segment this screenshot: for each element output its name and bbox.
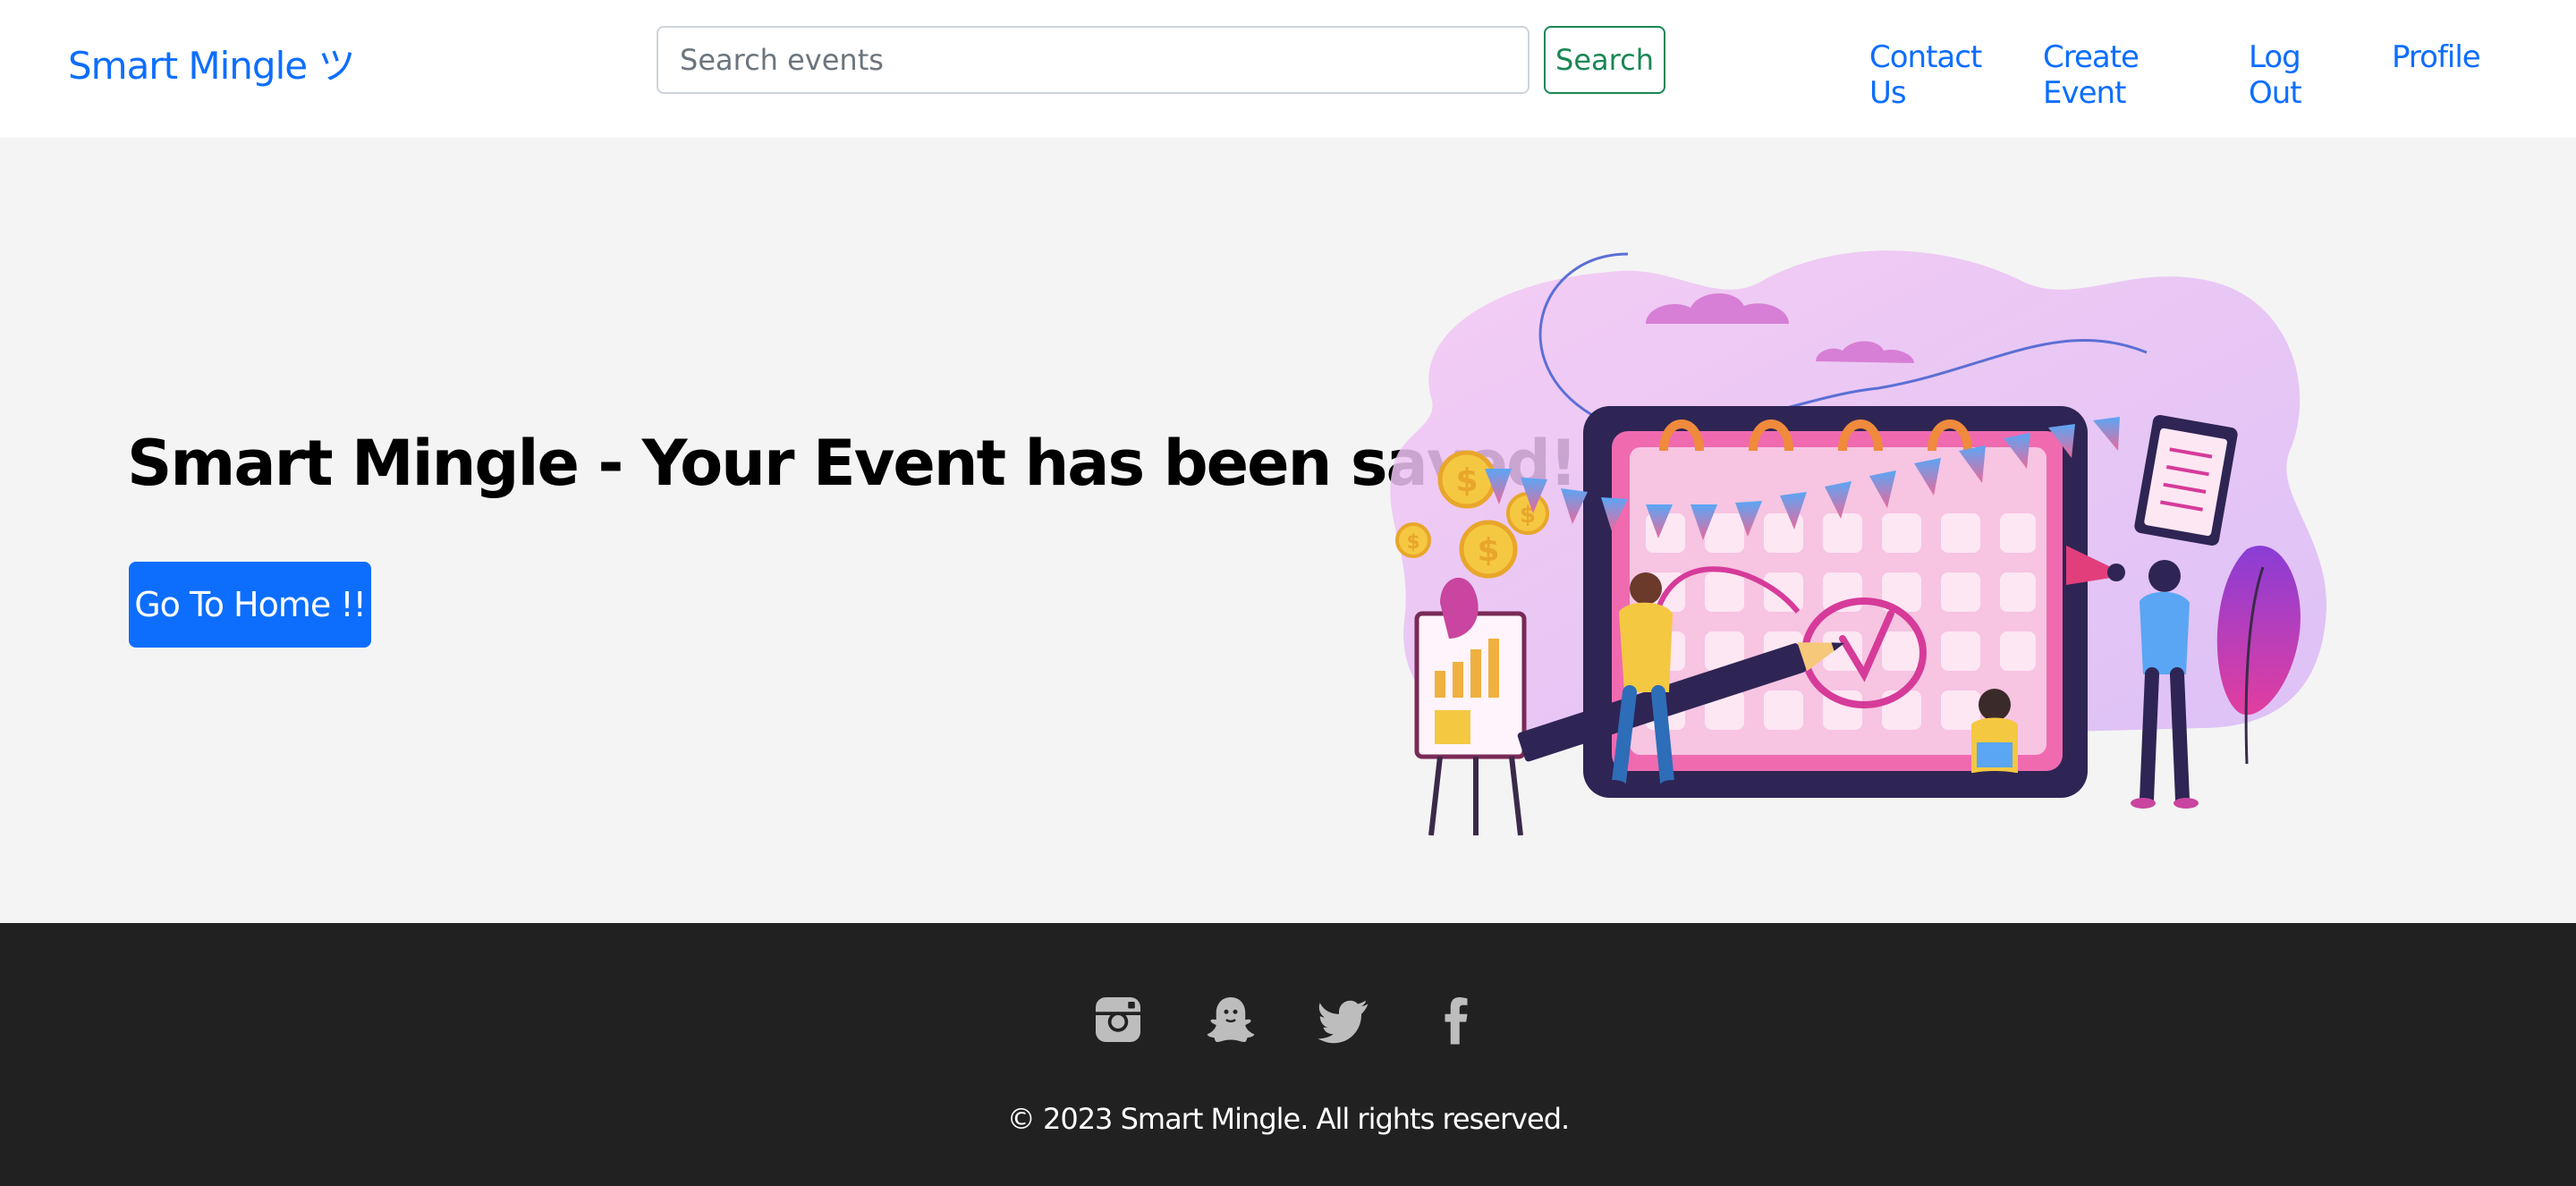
nav-link-create-event[interactable]: Create Event bbox=[2043, 39, 2140, 111]
event-planning-illustration: $ $ $ $ bbox=[1390, 250, 2326, 835]
snapchat-icon[interactable] bbox=[1204, 993, 1258, 1046]
nav-link-contact-us[interactable]: Contact Us bbox=[1869, 39, 1982, 111]
brand-logo[interactable]: Smart Mingle ツ bbox=[68, 36, 355, 90]
navbar: Smart Mingle ツ Search Contact Us Create … bbox=[0, 0, 2576, 138]
social-links bbox=[0, 993, 2576, 1057]
footer: © 2023 Smart Mingle. All rights reserved… bbox=[0, 923, 2576, 1186]
svg-text:$: $ bbox=[1406, 531, 1419, 554]
search-button[interactable]: Search bbox=[1544, 26, 1665, 94]
go-home-button[interactable]: Go To Home !! bbox=[129, 562, 371, 648]
svg-text:$: $ bbox=[1455, 462, 1478, 499]
copyright-text: © 2023 Smart Mingle. All rights reserved… bbox=[1006, 1102, 1570, 1136]
hero-section: Smart Mingle - Your Event has been saved… bbox=[0, 138, 2576, 923]
svg-text:$: $ bbox=[1477, 532, 1499, 569]
nav-link-profile[interactable]: Profile bbox=[2392, 39, 2481, 75]
page-title: Smart Mingle - Your Event has been saved… bbox=[127, 427, 1658, 500]
search-input[interactable] bbox=[657, 26, 1530, 94]
instagram-icon[interactable] bbox=[1091, 993, 1145, 1046]
facebook-icon[interactable] bbox=[1429, 993, 1483, 1046]
twitter-icon[interactable] bbox=[1317, 993, 1370, 1046]
nav-link-log-out[interactable]: Log Out bbox=[2249, 39, 2302, 111]
